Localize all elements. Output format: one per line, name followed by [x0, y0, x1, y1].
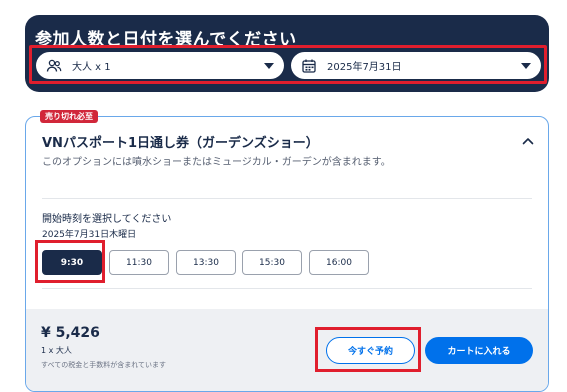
chevron-down-icon [264, 62, 274, 69]
time-slot-1530[interactable]: 15:30 [242, 250, 302, 275]
people-icon [46, 58, 62, 74]
divider [42, 288, 532, 289]
selected-date-label: 2025年7月31日木曜日 [42, 230, 137, 240]
option-title: VNパスポート1日通し券（ガーデンズショー） [42, 136, 319, 151]
ticket-option-card: VNパスポート1日通し券（ガーデンズショー） このオプションには噴水ショーまたは… [25, 116, 549, 392]
picker-title: 参加人数と日付を選んでください [35, 30, 297, 50]
booking-footer: ¥ 5,426 1 x 大人 すべての税金と手数料が含まれています 今すぐ予約 … [26, 309, 548, 391]
divider [42, 198, 532, 199]
option-description: このオプションには噴水ショーまたはミュージカル・ガーデンが含まれます。 [42, 157, 391, 168]
price: ¥ 5,426 [41, 325, 100, 341]
calendar-icon [301, 58, 317, 74]
travelers-value: 大人 x 1 [72, 62, 111, 73]
add-to-cart-button[interactable]: カートに入れる [425, 337, 533, 364]
date-select[interactable]: 2025年7月31日 [291, 52, 541, 79]
chevron-up-icon[interactable] [520, 133, 536, 149]
time-slot-0930[interactable]: 9:30 [42, 250, 102, 275]
tax-note: すべての税金と手数料が含まれています [41, 361, 167, 369]
time-prompt: 開始時刻を選択してください [42, 214, 172, 225]
time-slot-1130[interactable]: 11:30 [109, 250, 169, 275]
travelers-select[interactable]: 大人 x 1 [36, 52, 284, 79]
sellout-badge: 売り切れ必至 [40, 110, 98, 123]
time-slot-1330[interactable]: 13:30 [176, 250, 236, 275]
date-value: 2025年7月31日 [327, 62, 402, 73]
quantity-summary: 1 x 大人 [41, 346, 72, 355]
chevron-down-icon [521, 62, 531, 69]
time-slot-1600[interactable]: 16:00 [309, 250, 369, 275]
reserve-now-button[interactable]: 今すぐ予約 [326, 337, 415, 364]
